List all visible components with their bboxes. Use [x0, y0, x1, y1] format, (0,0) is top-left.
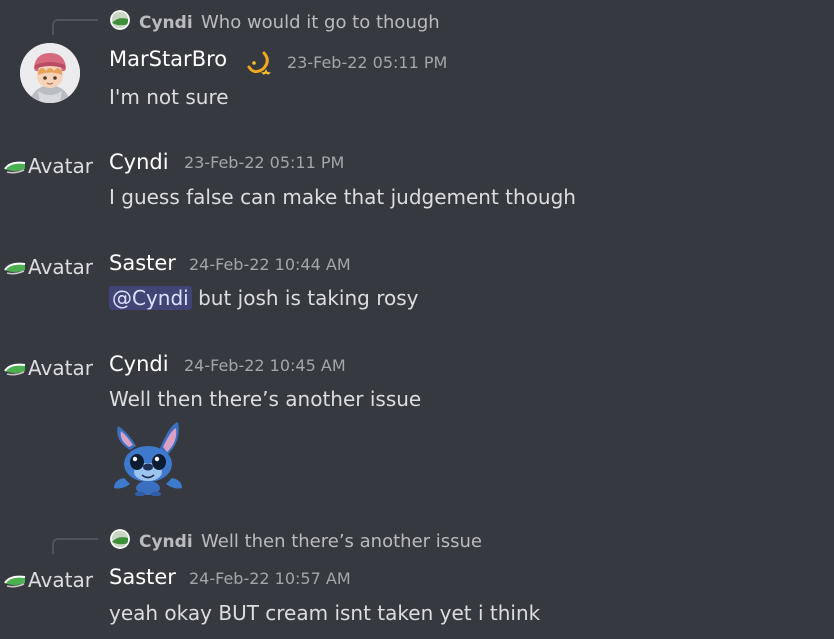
message-timestamp[interactable]: 23-Feb-22 05:11 PM	[184, 153, 344, 173]
message-content: @Cyndi but josh is taking rosy	[109, 285, 418, 311]
stitch-sticker-icon[interactable]	[110, 420, 184, 496]
message-author-name[interactable]: Saster	[109, 250, 176, 276]
reply-avatar-icon[interactable]	[110, 529, 130, 549]
message-timestamp[interactable]: 24-Feb-22 10:44 AM	[189, 255, 351, 275]
dizzy-emoji-icon	[247, 51, 271, 75]
avatar[interactable]: Avatar	[4, 153, 93, 179]
reply-connector	[52, 538, 98, 554]
message-author-name[interactable]: Cyndi	[109, 351, 169, 377]
avatar[interactable]	[20, 43, 80, 103]
message-content: Well then there’s another issue	[109, 387, 422, 411]
message-timestamp[interactable]: 24-Feb-22 10:45 AM	[184, 356, 346, 376]
message-author-name[interactable]: MarStarBro	[109, 46, 227, 72]
reply-author-name[interactable]: Cyndi	[139, 12, 193, 34]
chat-log: Cyndi Who would it go to though MarStarB…	[0, 0, 834, 639]
message-content: yeah okay BUT cream isnt taken yet i thi…	[109, 601, 541, 625]
broken-image-icon	[4, 575, 26, 588]
message-author-name[interactable]: Cyndi	[109, 149, 169, 175]
broken-image-icon	[4, 262, 26, 275]
reply-preview-text[interactable]: Who would it go to though	[201, 12, 440, 34]
reply-connector	[52, 19, 98, 35]
broken-image-icon	[4, 363, 26, 376]
message-content: I guess false can make that judgement th…	[109, 185, 576, 209]
avatar-alt-text: Avatar	[28, 568, 93, 592]
reply-preview-text[interactable]: Well then there’s another issue	[201, 531, 482, 553]
message-author-name[interactable]: Saster	[109, 564, 176, 590]
avatar[interactable]: Avatar	[4, 567, 93, 593]
user-mention[interactable]: @Cyndi	[109, 286, 192, 310]
message-text: but josh is taking rosy	[198, 286, 419, 310]
profile-picture-icon	[20, 43, 80, 103]
avatar[interactable]: Avatar	[4, 355, 93, 381]
message-timestamp[interactable]: 24-Feb-22 10:57 AM	[189, 569, 351, 589]
reply-author-name[interactable]: Cyndi	[139, 531, 193, 553]
broken-image-icon	[4, 161, 26, 174]
avatar[interactable]: Avatar	[4, 254, 93, 280]
message-timestamp[interactable]: 23-Feb-22 05:11 PM	[287, 53, 447, 73]
reply-avatar-icon[interactable]	[110, 10, 130, 30]
avatar-alt-text: Avatar	[28, 356, 93, 380]
avatar-alt-text: Avatar	[28, 154, 93, 178]
message-content: I'm not sure	[109, 85, 229, 109]
avatar-alt-text: Avatar	[28, 255, 93, 279]
